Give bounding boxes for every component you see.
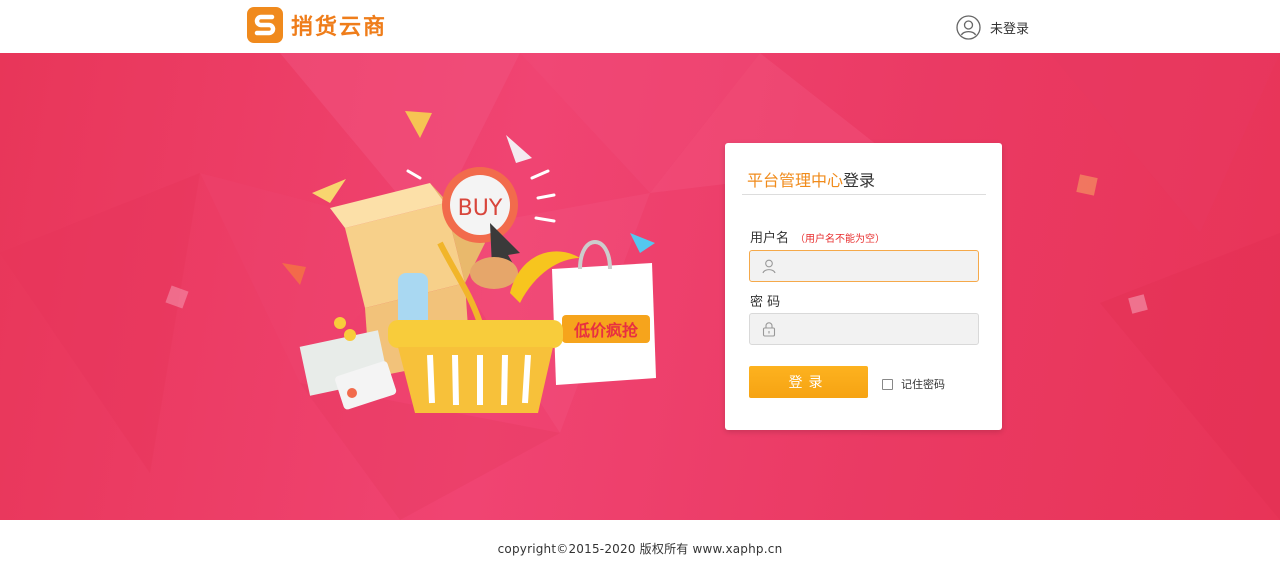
remember-password[interactable]: 记住密码 <box>882 376 945 392</box>
lock-icon <box>762 322 776 337</box>
user-status[interactable]: 未登录 <box>956 15 1029 40</box>
user-circle-icon <box>956 15 981 40</box>
logo-s-icon <box>247 7 283 43</box>
login-button[interactable]: 登录 <box>749 366 868 398</box>
sale-tag-text: 低价疯抢 <box>573 321 639 340</box>
login-title-highlight: 平台管理中心 <box>747 171 844 190</box>
login-title-rest: 登录 <box>843 171 876 190</box>
title-divider <box>742 194 986 195</box>
password-label: 密 码 <box>750 295 781 310</box>
username-field[interactable] <box>749 250 979 282</box>
svg-text:BUY: BUY <box>458 196 503 221</box>
brand-name: 捎货云商 <box>291 15 388 40</box>
hero-banner: BUY 低价疯抢 平台管理中心登录 用户名 （用户名不能为空） 密 码 登录 记… <box>0 53 1280 520</box>
user-icon <box>762 259 776 274</box>
remember-checkbox[interactable] <box>882 378 893 390</box>
password-field[interactable] <box>749 313 979 345</box>
login-card: 平台管理中心登录 用户名 （用户名不能为空） 密 码 登录 记住密码 <box>725 143 1002 430</box>
username-hint: （用户名不能为空） <box>795 234 886 245</box>
top-header: 捎货云商 未登录 <box>0 0 1280 53</box>
username-input[interactable] <box>785 252 975 280</box>
remember-label: 记住密码 <box>901 378 945 391</box>
shopping-illustration: BUY 低价疯抢 <box>299 167 656 413</box>
login-title: 平台管理中心登录 <box>747 167 875 191</box>
username-label-row: 用户名 （用户名不能为空） <box>750 227 885 246</box>
password-input[interactable] <box>785 315 975 343</box>
copyright-text: copyright©2015-2020 版权所有 www.xaphp.cn <box>497 542 783 556</box>
username-label: 用户名 <box>750 231 790 246</box>
brand-logo[interactable]: 捎货云商 <box>247 6 387 44</box>
login-status-label: 未登录 <box>990 22 1030 37</box>
page-footer: copyright©2015-2020 版权所有 www.xaphp.cn <box>0 520 1280 587</box>
